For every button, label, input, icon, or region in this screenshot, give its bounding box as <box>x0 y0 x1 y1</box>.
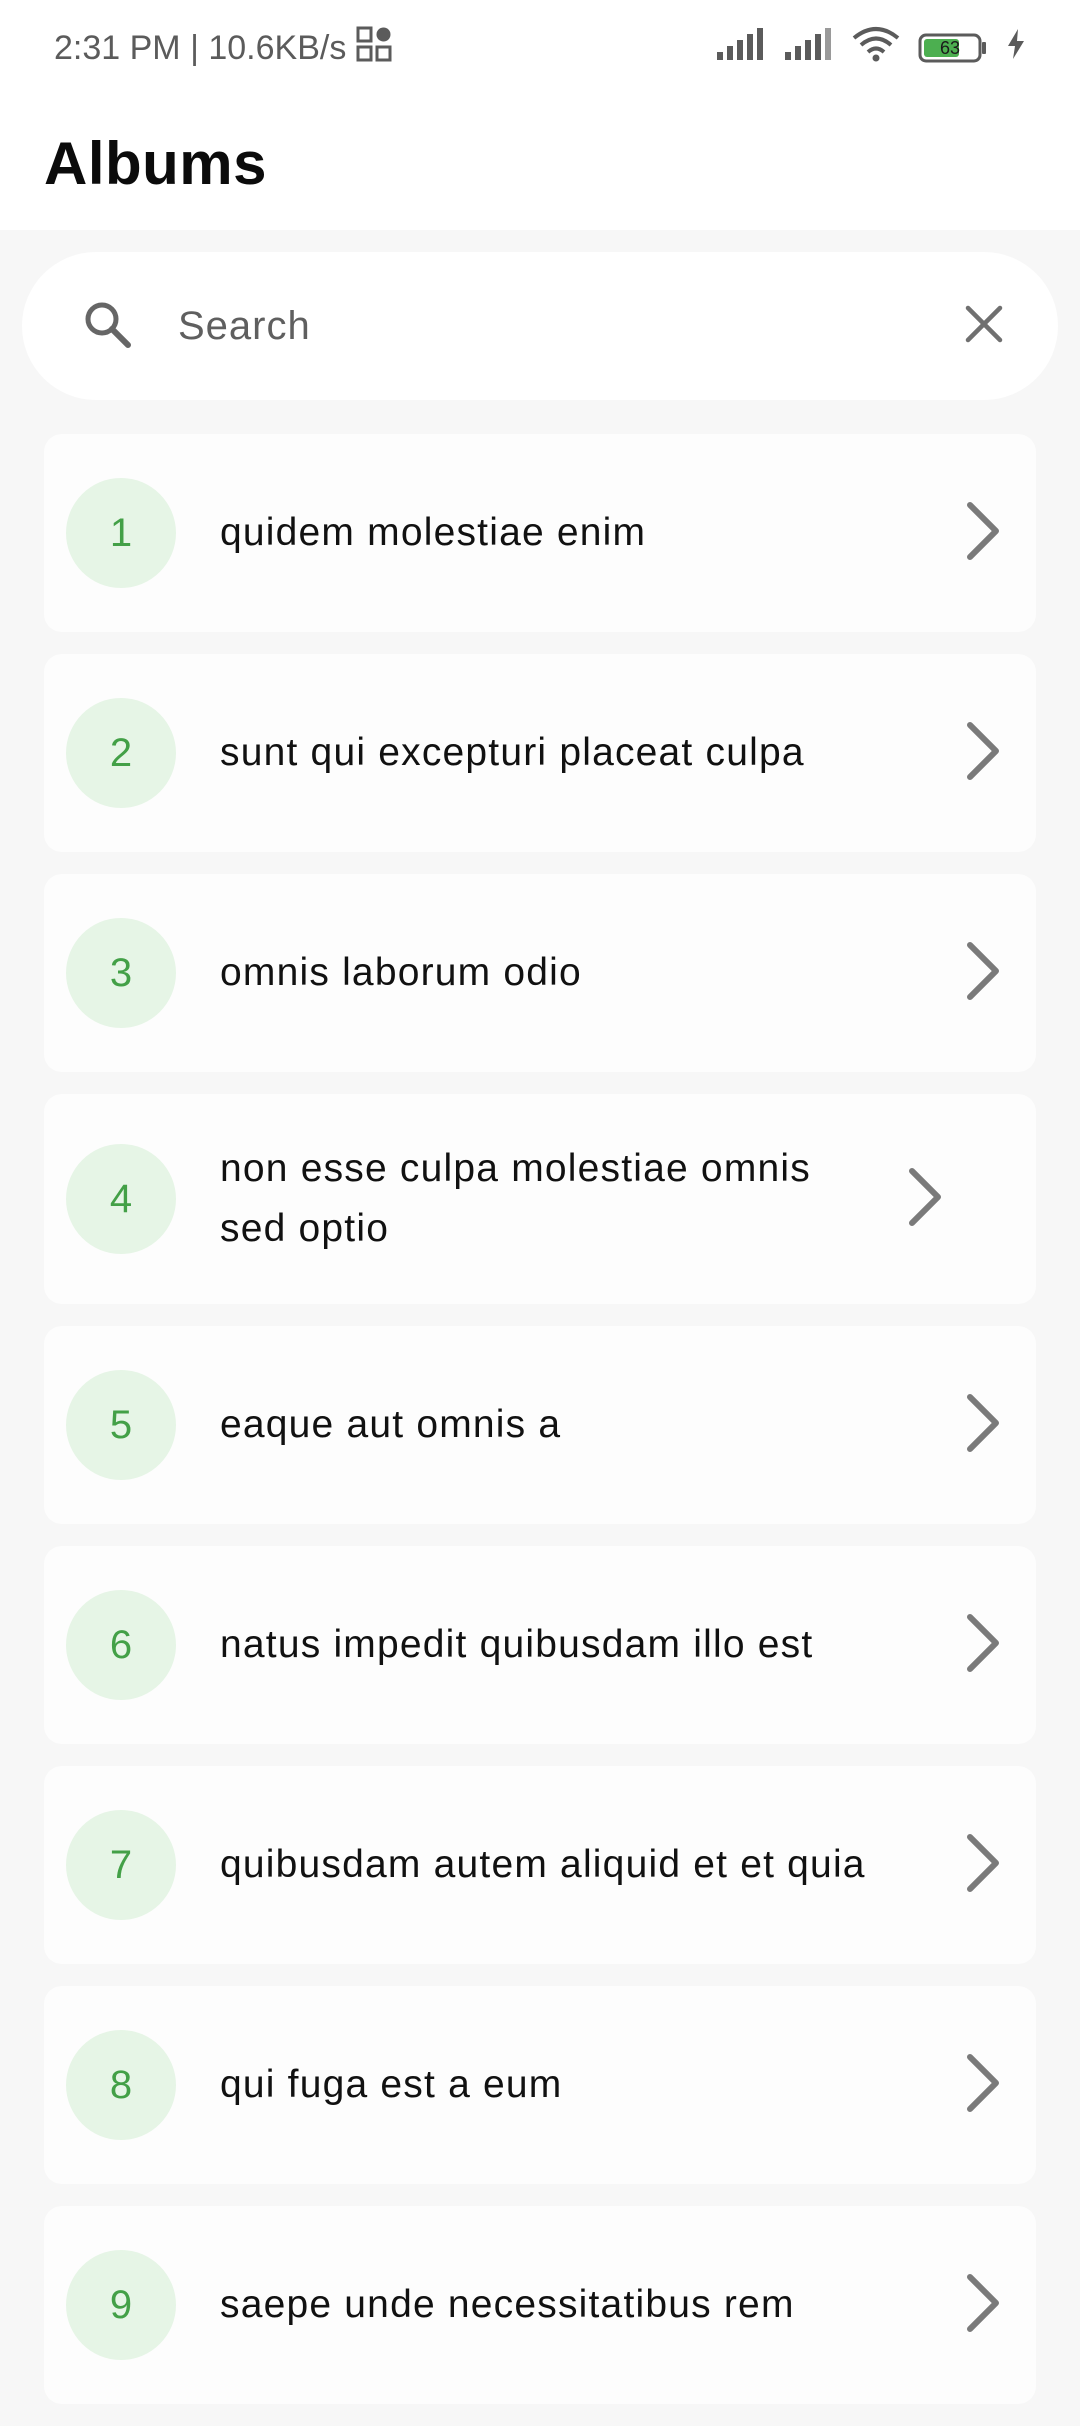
album-number-badge: 8 <box>66 2030 176 2140</box>
album-number-badge: 5 <box>66 1370 176 1480</box>
album-title: non esse culpa molestiae omnis sed optio <box>220 1147 811 1250</box>
app-header: Albums <box>0 96 1080 230</box>
album-list-item[interactable]: 9 saepe unde necessitatibus rem <box>44 2206 1036 2404</box>
album-number-badge: 7 <box>66 1810 176 1920</box>
album-list-item[interactable]: 7 quibusdam autem aliquid et et quia <box>44 1766 1036 1964</box>
album-list-item[interactable]: 1 quidem molestiae enim <box>44 434 1036 632</box>
album-list-item[interactable]: 8 qui fuga est a eum <box>44 1986 1036 2184</box>
cellular-signal-icon <box>716 27 766 69</box>
album-title: omnis laborum odio <box>220 951 582 994</box>
album-list-item[interactable]: 3 omnis laborum odio <box>44 874 1036 1072</box>
close-icon <box>964 304 1004 349</box>
album-number-badge: 2 <box>66 698 176 808</box>
status-right: 63 <box>716 26 1026 71</box>
album-list: 1 quidem molestiae enim 2 sunt qui excep… <box>44 434 1036 2426</box>
clear-search-button[interactable] <box>952 294 1016 358</box>
chevron-right-icon <box>958 1391 1006 1460</box>
album-number-badge: 4 <box>66 1144 176 1254</box>
album-number-badge: 1 <box>66 478 176 588</box>
cellular-signal-icon-2 <box>784 27 834 69</box>
battery-icon: 63 <box>918 32 988 64</box>
album-title: natus impedit quibusdam illo est <box>220 1623 814 1666</box>
album-title: quibusdam autem aliquid et et quia <box>220 1843 866 1886</box>
status-time-speed: 2:31 PM | 10.6KB/s <box>54 28 347 67</box>
charging-bolt-icon <box>1006 28 1026 68</box>
album-title: eaque aut omnis a <box>220 1403 562 1446</box>
wifi-icon <box>852 26 900 71</box>
album-title: saepe unde necessitatibus rem <box>220 2283 795 2326</box>
search-bar[interactable] <box>22 252 1058 400</box>
chevron-right-icon <box>958 719 1006 788</box>
album-number-badge: 6 <box>66 1590 176 1700</box>
status-left: 2:31 PM | 10.6KB/s <box>54 26 392 71</box>
chevron-right-icon <box>958 2051 1006 2120</box>
album-list-item[interactable]: 2 sunt qui excepturi placeat culpa <box>44 654 1036 852</box>
album-list-item[interactable]: 6 natus impedit quibusdam illo est <box>44 1546 1036 1744</box>
chevron-right-icon <box>958 499 1006 568</box>
chevron-right-icon <box>958 2271 1006 2340</box>
album-title: quidem molestiae enim <box>220 511 647 554</box>
battery-level: 63 <box>939 37 961 58</box>
album-title: qui fuga est a eum <box>220 2063 563 2106</box>
chevron-right-icon <box>958 1611 1006 1680</box>
page-title: Albums <box>44 129 268 197</box>
status-bar: 2:31 PM | 10.6KB/s 63 <box>0 0 1080 96</box>
search-input[interactable] <box>176 275 952 377</box>
album-list-item[interactable]: 5 eaque aut omnis a <box>44 1326 1036 1524</box>
search-icon <box>80 297 134 356</box>
chevron-right-icon <box>958 939 1006 1008</box>
album-title: sunt qui excepturi placeat culpa <box>220 731 805 774</box>
chevron-right-icon <box>958 1831 1006 1900</box>
qr-grid-icon <box>356 26 392 71</box>
album-number-badge: 9 <box>66 2250 176 2360</box>
album-number-badge: 3 <box>66 918 176 1028</box>
chevron-right-icon <box>900 1165 948 1234</box>
album-list-item[interactable]: 4 non esse culpa molestiae omnis sed opt… <box>44 1094 1036 1304</box>
